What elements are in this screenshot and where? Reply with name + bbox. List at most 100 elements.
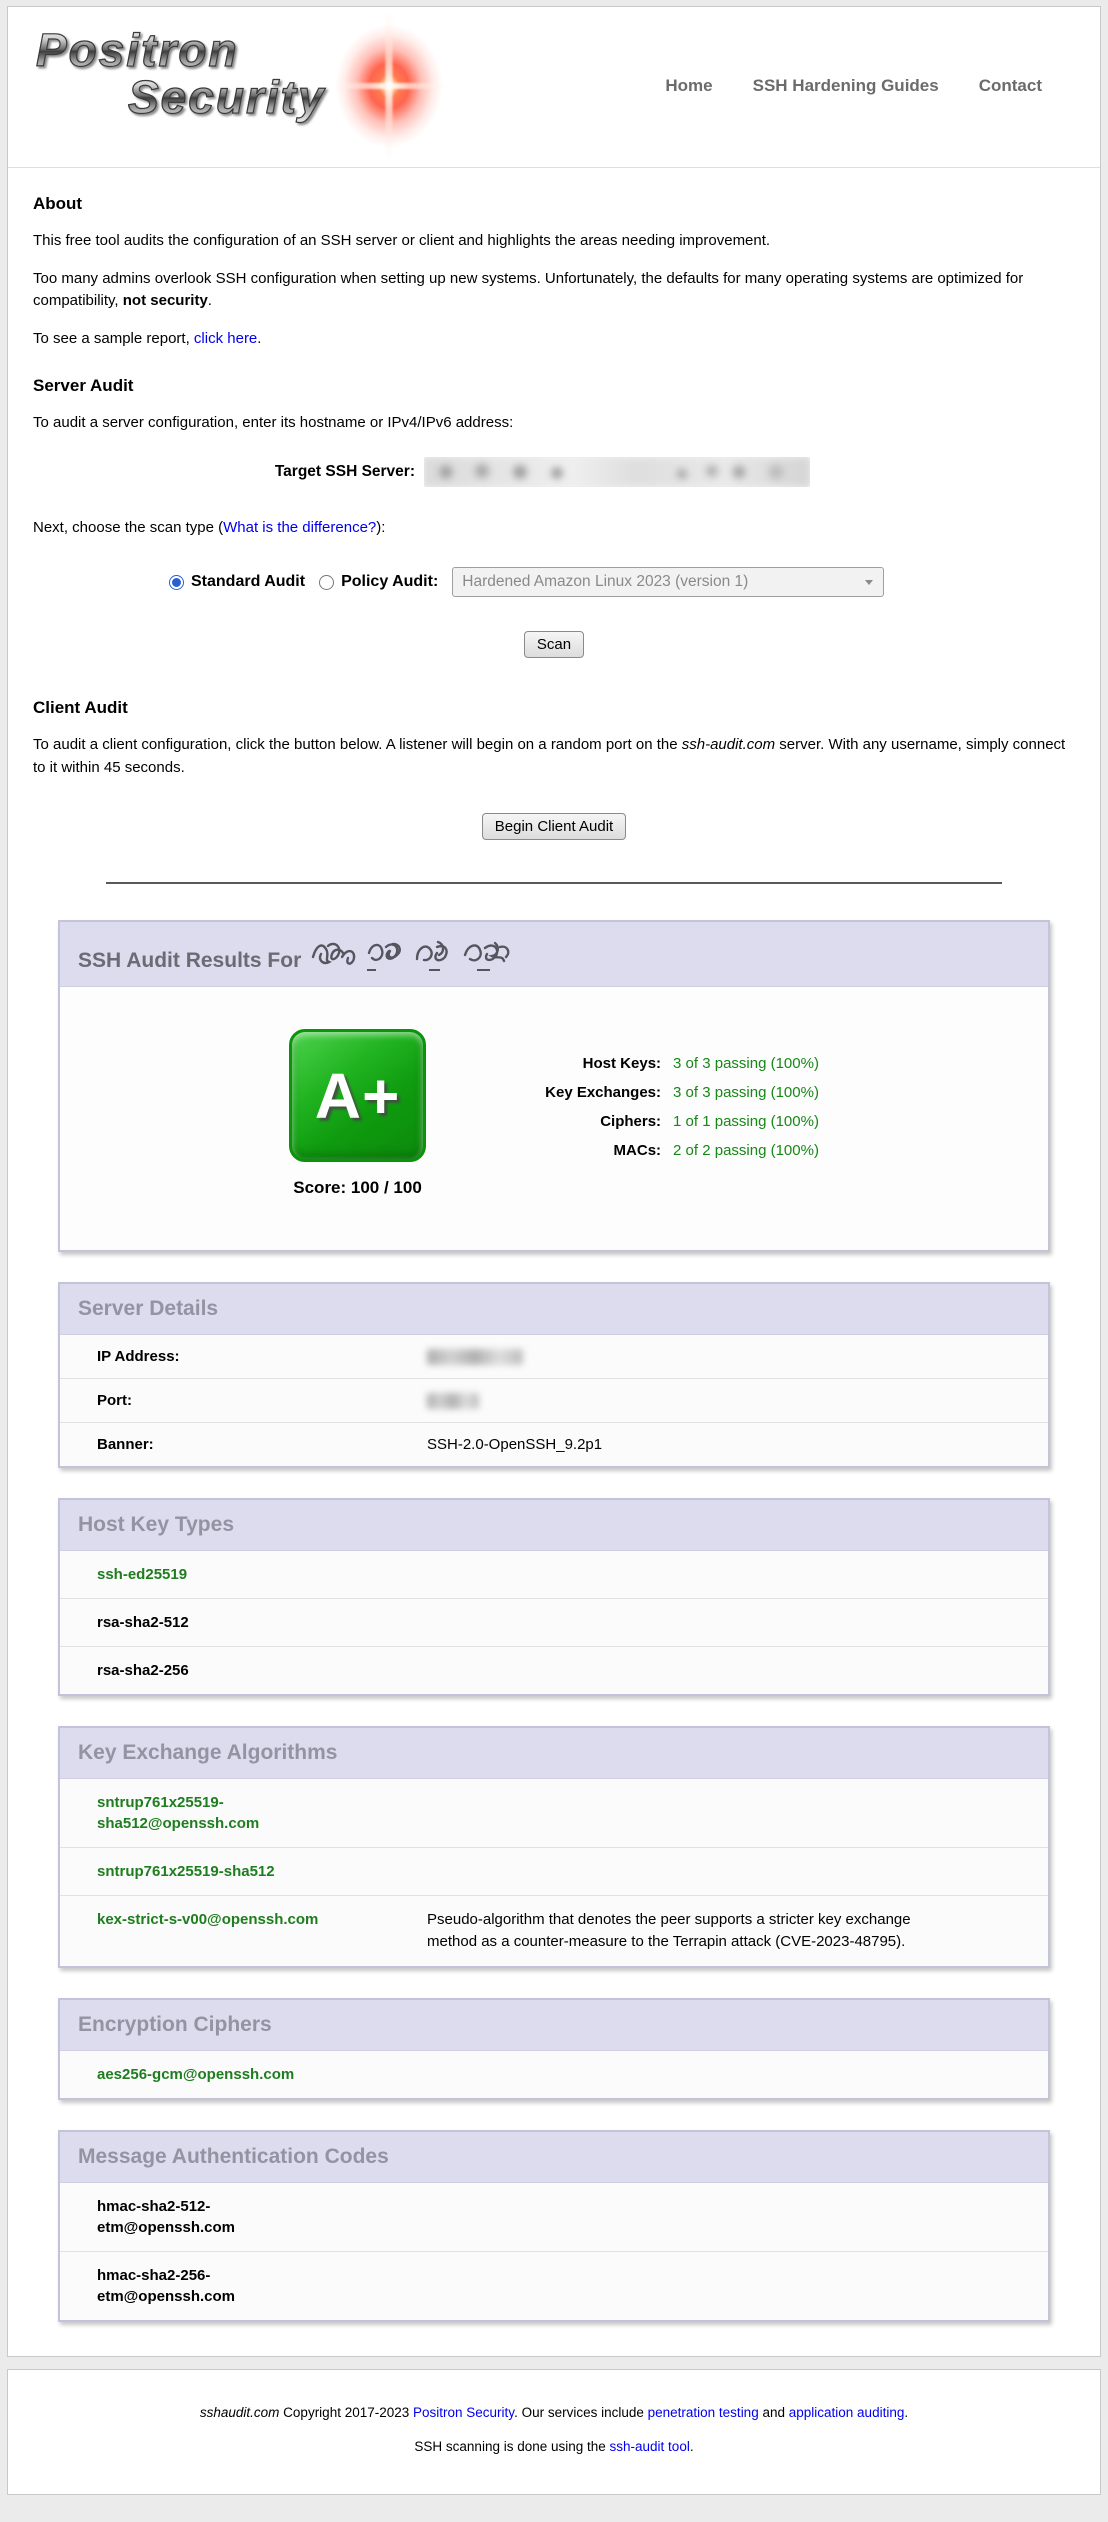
scan-button[interactable]: Scan: [524, 631, 584, 658]
page-content: About This free tool audits the configur…: [8, 194, 1100, 884]
algorithm-name: sntrup761x25519- sha512@openssh.com: [97, 1792, 427, 1834]
detail-label: Port:: [97, 1392, 427, 1409]
score-text: Score: 100 / 100: [289, 1178, 426, 1198]
main-content-box: Positron Security Home SSH Hardening Gui…: [7, 6, 1101, 2357]
stat-label: Key Exchanges:: [511, 1084, 661, 1101]
host-key-types-panel: Host Key Types ssh-ed25519 rsa-sha2-512 …: [58, 1498, 1050, 1696]
footer-text: . Our services include: [514, 2405, 648, 2420]
scan-type-text: Next, choose the scan type (What is the …: [33, 517, 1075, 540]
algorithm-name: rsa-sha2-512: [97, 1612, 427, 1633]
site-header: Positron Security Home SSH Hardening Gui…: [8, 7, 1100, 168]
kex-row: kex-strict-s-v00@openssh.com Pseudo-algo…: [60, 1895, 1048, 1966]
algorithm-name: hmac-sha2-512- etm@openssh.com: [97, 2196, 427, 2238]
footer-text: .: [690, 2439, 694, 2454]
nav-contact[interactable]: Contact: [979, 76, 1042, 96]
policy-audit-radio[interactable]: [319, 575, 334, 590]
results-panel: SSH Audit Results For: [58, 920, 1050, 1252]
host-key-types-title: Host Key Types: [60, 1500, 1048, 1550]
standard-audit-label[interactable]: Standard Audit: [191, 573, 305, 591]
key-exchange-title: Key Exchange Algorithms: [60, 1728, 1048, 1778]
key-exchange-panel: Key Exchange Algorithms sntrup761x25519-…: [58, 1726, 1050, 1968]
algorithm-name: rsa-sha2-256: [97, 1660, 427, 1681]
client-audit-paragraph: To audit a client configuration, click t…: [33, 734, 1075, 779]
about-p2-bold: not security: [123, 292, 208, 309]
stat-label: MACs:: [511, 1142, 661, 1159]
scan-type-options: Standard Audit Policy Audit: Hardened Am…: [169, 567, 1075, 597]
algorithm-name: hmac-sha2-256- etm@openssh.com: [97, 2265, 427, 2307]
stats-column: Host Keys: 3 of 3 passing (100%) Key Exc…: [511, 1029, 819, 1198]
positron-security-logo: Positron Security: [36, 25, 506, 147]
redacted-ip-blur: [427, 1349, 523, 1365]
algorithm-name: kex-strict-s-v00@openssh.com: [97, 1909, 427, 1953]
starburst-flare-icon: [324, 11, 454, 161]
about-paragraph-2: Too many admins overlook SSH configurati…: [33, 268, 1075, 313]
macs-title: Message Authentication Codes: [60, 2132, 1048, 2182]
host-key-row: rsa-sha2-256: [60, 1646, 1048, 1694]
detail-label: Banner:: [97, 1436, 427, 1453]
mac-row: hmac-sha2-512- etm@openssh.com: [60, 2182, 1048, 2251]
ssh-audit-tool-link[interactable]: ssh-audit tool: [610, 2439, 690, 2454]
mac-row: hmac-sha2-256- etm@openssh.com: [60, 2251, 1048, 2320]
sample-report-text: To see a sample report,: [33, 330, 194, 347]
sample-report-period: .: [257, 330, 261, 347]
target-server-input[interactable]: [424, 457, 810, 487]
grade-letter: A+: [315, 1059, 401, 1133]
stat-row-host-keys: Host Keys: 3 of 3 passing (100%): [511, 1055, 819, 1072]
results-title-text: SSH Audit Results For: [78, 949, 301, 972]
cipher-row: aes256-gcm@openssh.com: [60, 2050, 1048, 2098]
algorithm-description: Pseudo-algorithm that denotes the peer s…: [427, 1909, 952, 1953]
grade-column: A+ Score: 100 / 100: [289, 1029, 426, 1198]
encryption-ciphers-panel: Encryption Ciphers aes256-gcm@openssh.co…: [58, 1998, 1050, 2100]
detail-label: IP Address:: [97, 1348, 427, 1365]
stat-row-macs: MACs: 2 of 2 passing (100%): [511, 1142, 819, 1159]
stat-row-ciphers: Ciphers: 1 of 1 passing (100%): [511, 1113, 819, 1130]
section-divider: [106, 882, 1002, 884]
results-panel-title: SSH Audit Results For: [60, 922, 1048, 986]
begin-client-audit-button[interactable]: Begin Client Audit: [482, 813, 626, 840]
nav-home[interactable]: Home: [665, 76, 712, 96]
page: Positron Security Home SSH Hardening Gui…: [0, 6, 1108, 2522]
policy-audit-label[interactable]: Policy Audit:: [341, 573, 438, 591]
about-p2-period: .: [208, 292, 212, 309]
results-body: A+ Score: 100 / 100 Host Keys: 3 of 3 pa…: [60, 986, 1048, 1250]
stat-value: 2 of 2 passing (100%): [673, 1142, 819, 1159]
scan-type-after: ):: [376, 519, 385, 536]
algorithm-name: sntrup761x25519-sha512: [97, 1861, 427, 1882]
target-server-row: Target SSH Server:: [33, 457, 1075, 487]
what-is-difference-link[interactable]: What is the difference?: [223, 519, 376, 536]
ssh-audit-domain: ssh-audit.com: [682, 736, 775, 753]
penetration-testing-link[interactable]: penetration testing: [648, 2405, 759, 2420]
chevron-down-icon: [865, 580, 873, 585]
sample-report-link[interactable]: click here: [194, 330, 257, 347]
detail-row-banner: Banner: SSH-2.0-OpenSSH_9.2p1: [60, 1422, 1048, 1466]
footer-text: Copyright 2017-2023: [279, 2405, 413, 2420]
nav-ssh-hardening-guides[interactable]: SSH Hardening Guides: [753, 76, 939, 96]
positron-security-link[interactable]: Positron Security: [413, 2405, 514, 2420]
bottom-spacer: [0, 2495, 1108, 2522]
host-key-row: ssh-ed25519: [60, 1550, 1048, 1598]
footer-text: and: [759, 2405, 789, 2420]
footer-text: SSH scanning is done using the: [414, 2439, 609, 2454]
stat-value: 3 of 3 passing (100%): [673, 1084, 819, 1101]
algorithm-name: aes256-gcm@openssh.com: [97, 2064, 427, 2085]
footer-line-1: sshaudit.com Copyright 2017-2023 Positro…: [18, 2405, 1090, 2420]
stat-row-key-exchanges: Key Exchanges: 3 of 3 passing (100%): [511, 1084, 819, 1101]
target-server-label: Target SSH Server:: [33, 463, 424, 481]
redacted-port-blur: [427, 1393, 479, 1409]
policy-select-value: Hardened Amazon Linux 2023 (version 1): [462, 573, 748, 591]
stat-label: Host Keys:: [511, 1055, 661, 1072]
detail-row-ip: IP Address:: [60, 1334, 1048, 1378]
server-details-title: Server Details: [60, 1284, 1048, 1334]
standard-audit-radio[interactable]: [169, 575, 184, 590]
algorithm-name: ssh-ed25519: [97, 1564, 427, 1585]
about-heading: About: [33, 194, 1075, 214]
footer-domain: sshaudit.com: [200, 2405, 280, 2420]
application-auditing-link[interactable]: application auditing: [789, 2405, 905, 2420]
policy-select[interactable]: Hardened Amazon Linux 2023 (version 1): [452, 567, 884, 597]
client-audit-heading: Client Audit: [33, 698, 1075, 718]
logo-line1: Positron: [36, 25, 239, 76]
kex-row: sntrup761x25519- sha512@openssh.com: [60, 1778, 1048, 1847]
stat-value: 1 of 1 passing (100%): [673, 1113, 819, 1130]
banner-value: SSH-2.0-OpenSSH_9.2p1: [427, 1436, 602, 1453]
stat-label: Ciphers:: [511, 1113, 661, 1130]
